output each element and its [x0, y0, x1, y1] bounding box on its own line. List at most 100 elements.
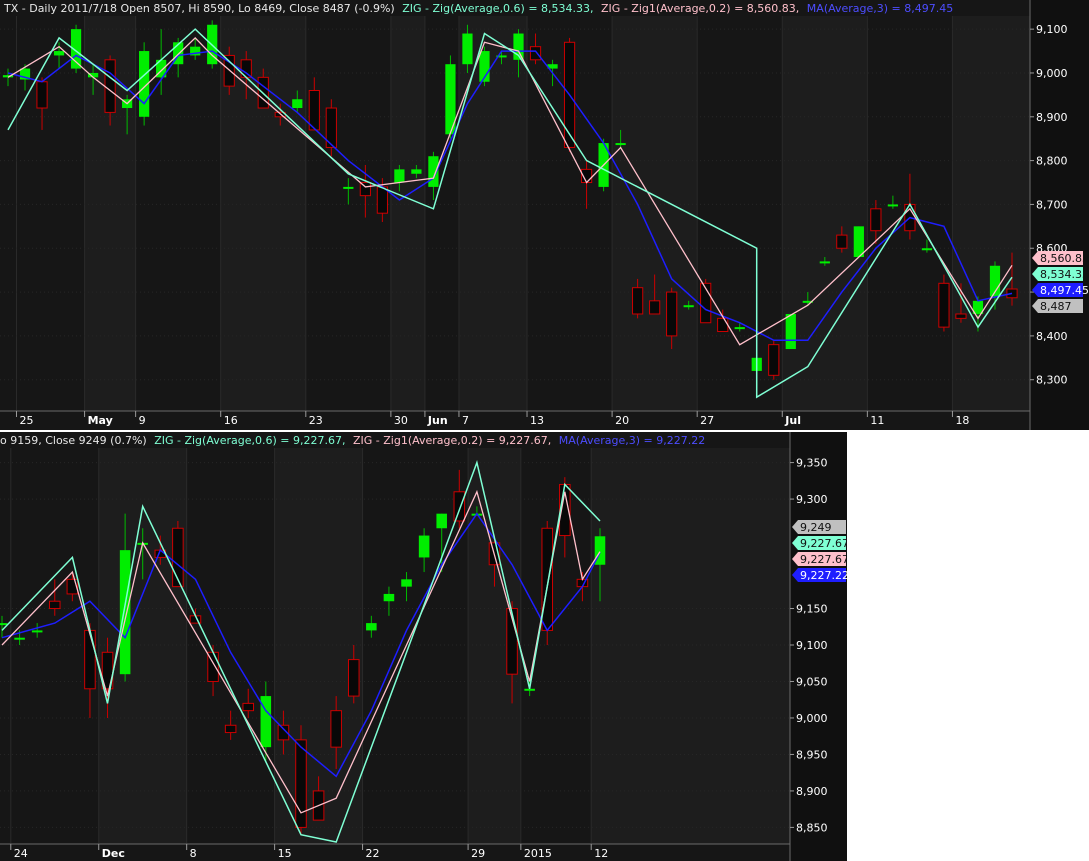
value-tag-label: 9,227.67 [800, 553, 847, 566]
candle-body-down [376, 186, 388, 214]
candle-body-down [649, 300, 661, 315]
candle-body-up [383, 593, 395, 602]
value-tag-label: 9,227.67 [800, 537, 847, 550]
x-tick-label: Jul [784, 414, 801, 427]
header-ma: MA(Average,3) = 8,497.45 [807, 2, 953, 15]
x-tick-label: 20 [615, 414, 629, 427]
header-ohlc: o 9159, Close 9249 (0.7%) [0, 434, 147, 447]
x-tick-label: 23 [309, 414, 323, 427]
x-tick-label: Dec [102, 847, 125, 860]
y-tick-label: 8,850 [796, 821, 828, 834]
y-tick-label: 8,950 [796, 748, 828, 761]
candle-body-down [308, 89, 320, 131]
candle-body-up [785, 313, 796, 350]
candle-body-up [819, 261, 830, 264]
candle-body-up [418, 535, 430, 558]
x-tick-label: 27 [700, 414, 714, 427]
candle-body-up [683, 305, 694, 308]
x-tick-label: 8 [190, 847, 197, 860]
header-zig1: ZIG - Zig1(Average,0.2) = 9,227.67, [353, 434, 551, 447]
top-candlestick-chart[interactable]: TX - Daily 2011/7/18 Open 8507, Hi 8590,… [0, 0, 1089, 430]
week-band [390, 0, 425, 411]
x-tick-label: 16 [224, 414, 238, 427]
y-tick-label: 8,900 [1036, 111, 1068, 124]
week-band [782, 0, 868, 411]
candle-body-down [632, 287, 644, 315]
x-tick-label: 9 [139, 414, 146, 427]
chart-header: o 9159, Close 9249 (0.7%) ZIG - Zig(Aver… [0, 434, 705, 447]
candle-body-down [453, 491, 466, 522]
x-tick-label: 7 [462, 414, 469, 427]
candle-body-down [84, 629, 96, 690]
x-tick-label: 29 [471, 847, 485, 860]
y-tick-label: 8,300 [1036, 374, 1068, 387]
value-tag-label: 8,560.83 [1040, 252, 1089, 265]
x-tick-label: 15 [278, 847, 292, 860]
y-tick-label: 9,300 [796, 493, 828, 506]
candle-body-up [31, 630, 43, 633]
x-tick-label: 11 [870, 414, 884, 427]
x-tick-label: 22 [366, 847, 380, 860]
value-tag-label: 9,249 [800, 521, 832, 534]
candle-body-up [401, 579, 412, 587]
header-ohlc: TX - Daily 2011/7/18 Open 8507, Hi 8590,… [3, 2, 395, 15]
candle-body-down [768, 344, 780, 376]
candle-body-down [104, 59, 116, 113]
candle-body-up [366, 623, 377, 631]
candle-body-up [411, 169, 422, 174]
candle-body-up [734, 327, 745, 330]
y-tick-label: 9,350 [796, 457, 828, 470]
top-chart-panel[interactable]: TX - Daily 2011/7/18 Open 8507, Hi 8590,… [0, 0, 1089, 430]
candle-body-down [224, 724, 237, 734]
candle-body-up [524, 688, 535, 691]
header-zig: ZIG - Zig(Average,0.6) = 9,227.67, [154, 434, 345, 447]
candle-body-down [870, 208, 882, 232]
candle-body-down [717, 317, 729, 333]
y-tick-label: 8,400 [1036, 330, 1068, 343]
candle-body-up [0, 623, 8, 626]
candle-body-up [119, 550, 131, 675]
candle-body-up [14, 637, 25, 640]
candle-body-down [242, 702, 255, 712]
candle-body-down [541, 527, 554, 631]
value-tag-label: 8,497.45 [1040, 284, 1089, 297]
candle-body-down [48, 600, 61, 610]
y-tick-label: 9,100 [796, 639, 828, 652]
candle-body-up [394, 169, 405, 183]
x-tick-label: 13 [530, 414, 544, 427]
y-tick-label: 8,700 [1036, 198, 1068, 211]
header-ma: MA(Average,3) = 9,227.22 [559, 434, 705, 447]
x-tick-label: 24 [14, 847, 28, 860]
price-axis-background [1030, 0, 1089, 430]
candle-body-up [853, 226, 864, 258]
y-tick-label: 9,000 [1036, 67, 1068, 80]
candle-body-down [836, 234, 848, 249]
y-tick-label: 8,900 [796, 785, 828, 798]
header-zig: ZIG - Zig(Average,0.6) = 8,534.33, [402, 2, 593, 15]
x-tick-label: Jun [427, 414, 448, 427]
x-tick-label: 18 [955, 414, 969, 427]
bottom-chart-panel[interactable]: o 9159, Close 9249 (0.7%) ZIG - Zig(Aver… [0, 432, 847, 861]
week-band [952, 0, 1030, 411]
y-tick-label: 9,150 [796, 603, 828, 616]
value-tag-label: 9,227.22 [800, 569, 847, 582]
week-band [98, 432, 187, 844]
y-tick-label: 9,000 [796, 712, 828, 725]
bottom-candlestick-chart[interactable]: o 9159, Close 9249 (0.7%) ZIG - Zig(Aver… [0, 432, 847, 861]
candle-body-down [1006, 288, 1018, 299]
candle-body-up [887, 204, 898, 207]
value-tag-label: 8,487 [1040, 300, 1072, 313]
week-band [612, 0, 698, 411]
week-band [591, 432, 790, 844]
candle-body-up [292, 99, 303, 109]
candle-body-up [53, 51, 65, 56]
candle-body-up [462, 33, 473, 65]
candle-body-up [343, 186, 354, 189]
x-tick-label: 25 [20, 414, 34, 427]
header-zig1: ZIG - Zig1(Average,0.2) = 8,560.83, [601, 2, 799, 15]
candle-body-down [938, 282, 950, 328]
x-tick-label: 2015 [524, 847, 552, 860]
candle-body-down [36, 81, 48, 109]
x-tick-label: May [88, 414, 113, 427]
y-tick-label: 9,100 [1036, 23, 1068, 36]
